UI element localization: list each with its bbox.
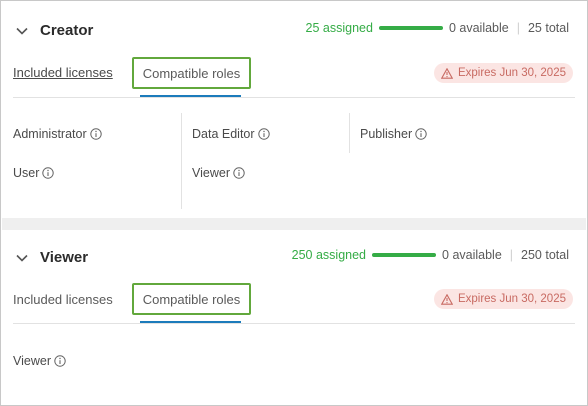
viewer-header-toggle[interactable]: Viewer — [14, 249, 88, 266]
tab-included-licenses[interactable]: Included licenses — [13, 292, 113, 307]
creator-usage-summary: 25 assigned 0 available | 25 total — [306, 21, 569, 35]
tab-compatible-roles[interactable]: Compatible roles — [132, 283, 251, 315]
role-label: Publisher — [360, 127, 413, 141]
warning-triangle-icon — [440, 67, 453, 79]
total-count: 250 total — [521, 248, 569, 262]
expiration-text: Expires Jun 30, 2025 — [457, 293, 566, 305]
chevron-down-icon[interactable] — [14, 23, 30, 39]
info-circle-icon[interactable] — [233, 167, 245, 179]
separator: | — [509, 248, 514, 262]
info-circle-icon[interactable] — [415, 128, 427, 140]
info-circle-icon[interactable] — [257, 128, 270, 140]
column-divider — [349, 113, 350, 153]
tab-compatible-roles[interactable]: Compatible roles — [132, 57, 251, 89]
viewer-license-card: Viewer 250 assigned 0 available | 250 to… — [2, 230, 586, 406]
column-divider — [181, 113, 182, 209]
role-publisher: Publisher — [360, 127, 427, 141]
role-data-editor: Data Editor — [192, 127, 270, 141]
tab-compatible-roles-label: Compatible roles — [142, 65, 241, 81]
role-viewer: Viewer — [192, 166, 245, 180]
usage-progress-bar — [372, 253, 437, 257]
available-count: 0 available — [442, 248, 502, 262]
role-user: User — [13, 166, 55, 180]
info-circle-icon[interactable] — [54, 355, 66, 367]
expiration-text: Expires Jun 30, 2025 — [457, 67, 566, 79]
viewer-title: Viewer — [40, 249, 89, 266]
viewer-usage-summary: 250 assigned 0 available | 250 total — [292, 248, 569, 262]
role-label: Administrator — [13, 127, 87, 141]
info-circle-icon[interactable] — [42, 167, 55, 179]
creator-title: Creator — [40, 22, 94, 39]
chevron-down-icon[interactable] — [14, 250, 30, 266]
role-administrator: Administrator — [13, 127, 102, 141]
tabs-divider — [13, 97, 575, 98]
tab-included-licenses[interactable]: Included licenses — [13, 65, 113, 80]
separator: | — [516, 21, 520, 35]
total-count: 25 total — [527, 21, 569, 35]
expiration-badge: Expires Jun 30, 2025 — [433, 289, 573, 309]
creator-license-card: Creator 25 assigned 0 available | 25 tot… — [2, 1, 586, 218]
section-separator — [2, 218, 586, 230]
assigned-count: 250 assigned — [291, 248, 367, 262]
expiration-badge: Expires Jun 30, 2025 — [433, 63, 573, 83]
available-count: 0 available — [448, 21, 509, 35]
role-label: Viewer — [13, 354, 51, 368]
assigned-count: 25 assigned — [305, 21, 373, 35]
info-circle-icon[interactable] — [89, 128, 102, 140]
role-label: User — [13, 166, 40, 180]
role-label: Viewer — [192, 166, 230, 180]
usage-progress-bar — [378, 26, 443, 30]
licenses-panel: Creator 25 assigned 0 available | 25 tot… — [0, 0, 588, 406]
role-viewer: Viewer — [13, 354, 66, 368]
tabs-divider — [13, 323, 575, 324]
warning-triangle-icon — [440, 293, 453, 305]
role-label: Data Editor — [192, 127, 255, 141]
creator-header-toggle[interactable]: Creator — [14, 22, 93, 39]
tab-compatible-roles-label: Compatible roles — [142, 291, 241, 307]
